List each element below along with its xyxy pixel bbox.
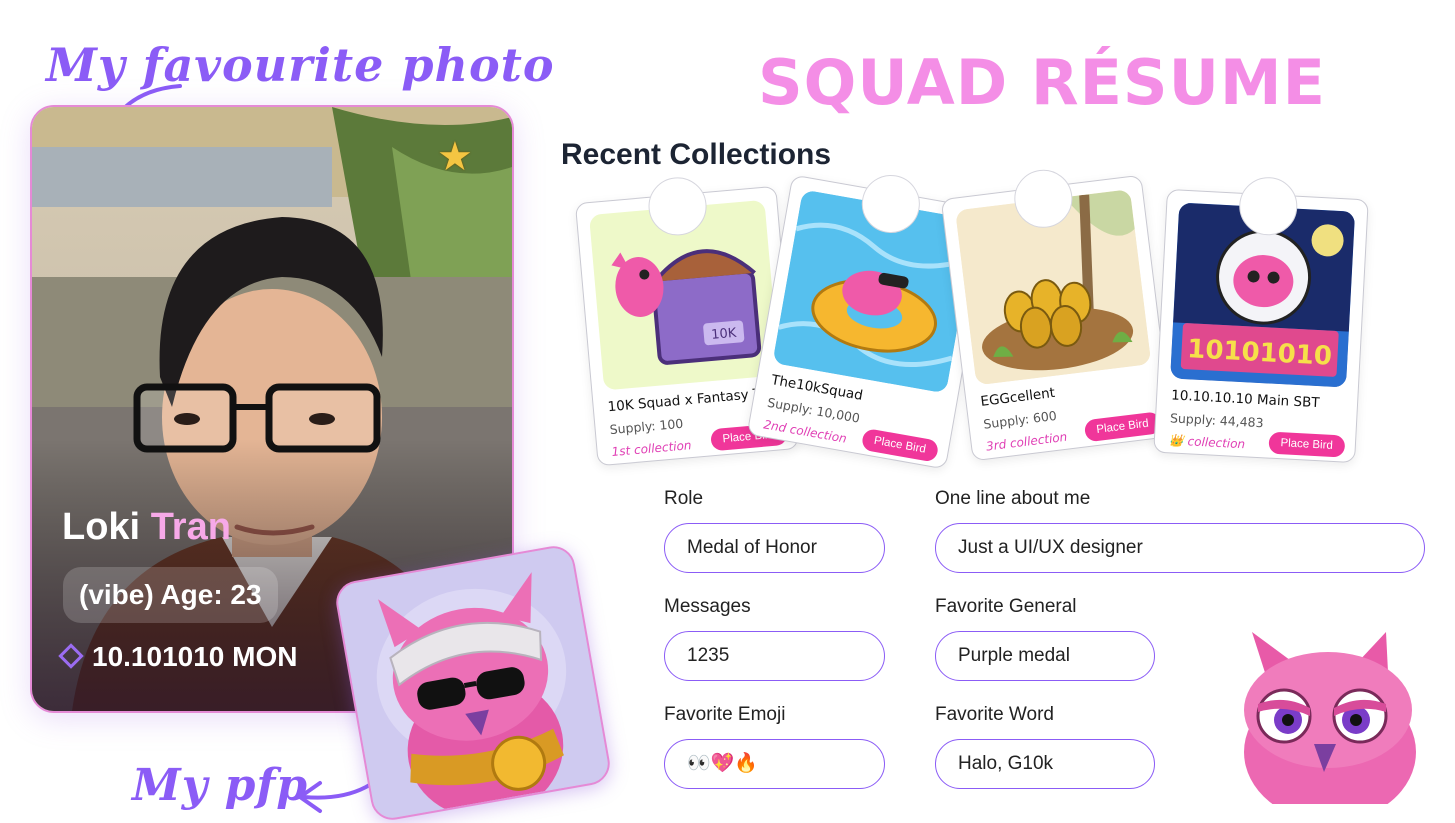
recent-collections-heading: Recent Collections bbox=[561, 138, 832, 171]
favorite-word-field[interactable]: Halo, G10k bbox=[935, 739, 1155, 789]
place-bird-button[interactable]: Place Bird bbox=[1083, 411, 1162, 443]
diamond-icon bbox=[58, 642, 84, 669]
collection-tag: 1st collection bbox=[611, 438, 692, 460]
profile-name: Loki Tran bbox=[62, 506, 231, 549]
collection-tag: 3rd collection bbox=[985, 429, 1068, 454]
role-label: Role bbox=[664, 488, 704, 509]
collection-card[interactable]: 10101010 10.10.10.10 Main SBT Supply: 44… bbox=[1153, 175, 1369, 464]
collection-supply: Supply: 44,483 bbox=[1169, 410, 1264, 431]
favorite-emoji-field[interactable]: 👀💖🔥 bbox=[664, 739, 885, 789]
about-field[interactable]: Just a UI/UX designer bbox=[935, 523, 1425, 573]
pfp-card[interactable] bbox=[332, 542, 614, 823]
place-bird-button[interactable]: Place Bird bbox=[860, 427, 940, 463]
messages-field[interactable]: 1235 bbox=[664, 631, 885, 681]
favorite-general-field[interactable]: Purple medal bbox=[935, 631, 1155, 681]
collection-name: 10.10.10.10 Main SBT bbox=[1170, 387, 1320, 412]
chest-label: 10K bbox=[711, 326, 738, 343]
favorite-word-label: Favorite Word bbox=[935, 704, 1054, 725]
favorite-general-label: Favorite General bbox=[935, 596, 1077, 617]
favorite-star-icon[interactable]: ★ bbox=[437, 137, 473, 177]
pfp-owl-art bbox=[335, 545, 611, 821]
page-title: SQUAD RÉSUME bbox=[758, 46, 1326, 119]
first-name: Loki bbox=[62, 506, 141, 548]
place-bird-button[interactable]: Place Bird bbox=[1267, 431, 1346, 458]
collection-tag: 👑 collection bbox=[1168, 433, 1246, 452]
last-name: Tran bbox=[150, 506, 231, 548]
messages-label: Messages bbox=[664, 596, 751, 617]
mon-balance-value: 10.101010 MON bbox=[92, 641, 298, 672]
owl-mascot bbox=[1244, 632, 1416, 804]
collection-supply: Supply: 600 bbox=[982, 407, 1058, 432]
age-badge: (vibe) Age: 23 bbox=[63, 567, 278, 623]
collection-card[interactable]: EGGcellent Supply: 600 3rd collection Pl… bbox=[940, 166, 1174, 462]
favorite-emoji-label: Favorite Emoji bbox=[664, 704, 786, 725]
role-field[interactable]: Medal of Honor bbox=[664, 523, 885, 573]
mon-balance: 10.101010 MON bbox=[58, 641, 298, 673]
about-label: One line about me bbox=[935, 488, 1091, 509]
pfp-annotation: My pfp bbox=[132, 760, 309, 811]
collection-supply: Supply: 100 bbox=[609, 415, 684, 438]
